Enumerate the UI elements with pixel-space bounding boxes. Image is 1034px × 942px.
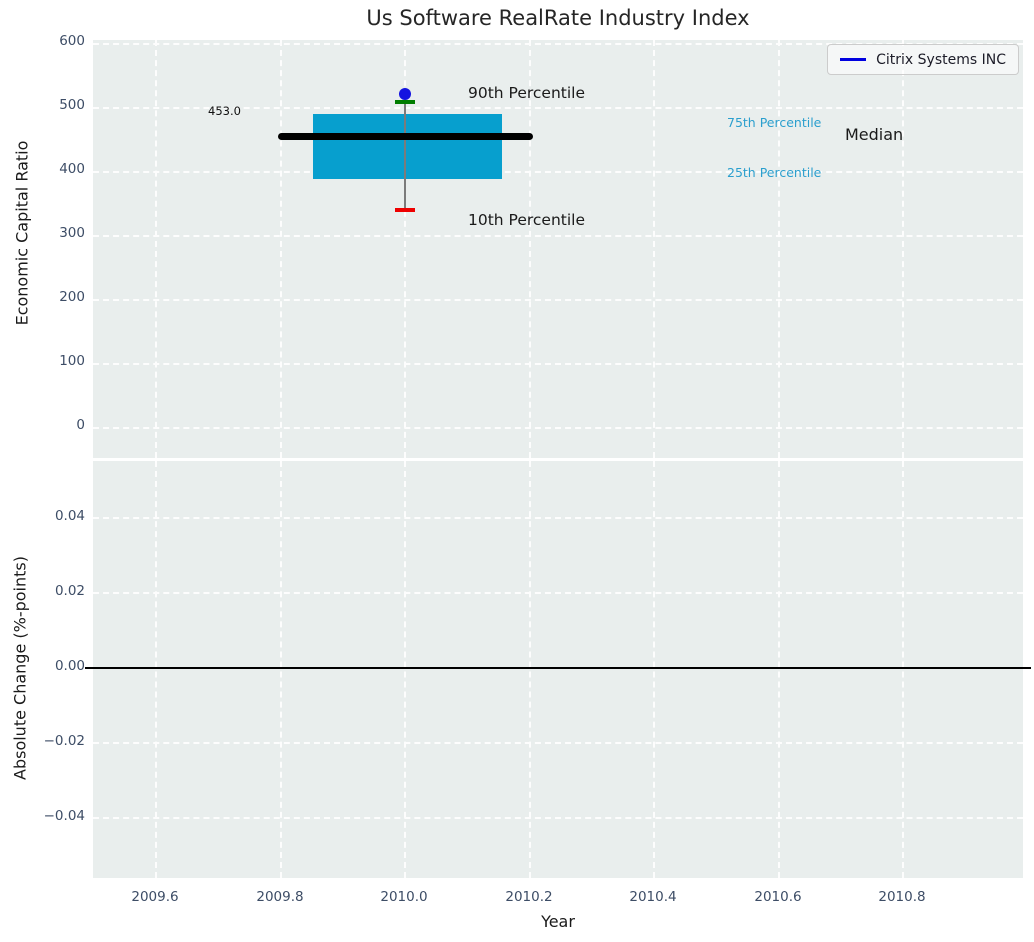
ytick-label: 0.00 bbox=[55, 658, 85, 674]
ytick-label: 400 bbox=[59, 161, 85, 177]
xtick-label: 2010.2 bbox=[489, 889, 569, 905]
xtick-label: 2009.8 bbox=[240, 889, 320, 905]
p10-cap-marker bbox=[395, 208, 415, 212]
median-label: Median bbox=[845, 125, 903, 144]
gridline bbox=[93, 299, 1023, 301]
legend: Citrix Systems INC bbox=[827, 44, 1019, 75]
ytick-label: 300 bbox=[59, 225, 85, 241]
gridline bbox=[404, 461, 406, 878]
median-value-label: 453.0 bbox=[208, 104, 241, 118]
gridline bbox=[155, 40, 157, 458]
gridline bbox=[280, 461, 282, 878]
xtick-label: 2010.4 bbox=[613, 889, 693, 905]
p75-label: 75th Percentile bbox=[727, 115, 821, 130]
ylabel-economic-capital-ratio: Economic Capital Ratio bbox=[13, 141, 32, 326]
gridline bbox=[529, 461, 531, 878]
gridline bbox=[93, 427, 1023, 429]
p10-label: 10th Percentile bbox=[468, 211, 585, 229]
chart-figure: Us Software RealRate Industry Index 453.… bbox=[0, 0, 1034, 942]
legend-entry-label: Citrix Systems INC bbox=[876, 52, 1006, 68]
xtick-label: 2010.8 bbox=[862, 889, 942, 905]
xtick-label: 2010.6 bbox=[738, 889, 818, 905]
interquartile-box bbox=[313, 114, 502, 179]
gridline bbox=[778, 40, 780, 458]
median-line bbox=[278, 133, 533, 140]
ytick-label: 0.02 bbox=[55, 583, 85, 599]
chart-title: Us Software RealRate Industry Index bbox=[93, 6, 1023, 30]
ytick-label: 200 bbox=[59, 289, 85, 305]
legend-line-icon bbox=[840, 58, 866, 61]
ytick-label: 0 bbox=[76, 417, 85, 433]
gridline bbox=[93, 592, 1023, 594]
gridline bbox=[93, 742, 1023, 744]
xtick-label: 2010.0 bbox=[364, 889, 444, 905]
ytick-label: 100 bbox=[59, 353, 85, 369]
gridline bbox=[93, 517, 1023, 519]
xlabel-year: Year bbox=[93, 912, 1023, 931]
ytick-label: 500 bbox=[59, 97, 85, 113]
p90-label: 90th Percentile bbox=[468, 84, 585, 102]
gridline bbox=[902, 40, 904, 458]
axes-economic-capital-ratio: 453.0 90th Percentile 10th Percentile 75… bbox=[93, 40, 1023, 458]
company-value-marker bbox=[399, 88, 411, 100]
gridline bbox=[280, 40, 282, 458]
zero-baseline bbox=[85, 667, 1031, 669]
xtick-label: 2009.6 bbox=[115, 889, 195, 905]
ytick-label: −0.04 bbox=[44, 808, 85, 824]
gridline bbox=[93, 171, 1023, 173]
whisker-line bbox=[404, 102, 406, 210]
gridline bbox=[653, 40, 655, 458]
gridline bbox=[529, 40, 531, 458]
ytick-label: 0.04 bbox=[55, 508, 85, 524]
gridline bbox=[778, 461, 780, 878]
gridline bbox=[93, 817, 1023, 819]
p25-label: 25th Percentile bbox=[727, 165, 821, 180]
p90-cap-marker bbox=[395, 100, 415, 104]
gridline bbox=[902, 461, 904, 878]
gridline bbox=[93, 235, 1023, 237]
gridline bbox=[653, 461, 655, 878]
axes-absolute-change bbox=[93, 461, 1023, 878]
gridline bbox=[155, 461, 157, 878]
gridline bbox=[93, 363, 1023, 365]
ytick-label: 600 bbox=[59, 33, 85, 49]
ylabel-absolute-change: Absolute Change (%-points) bbox=[11, 556, 30, 780]
ytick-label: −0.02 bbox=[44, 733, 85, 749]
